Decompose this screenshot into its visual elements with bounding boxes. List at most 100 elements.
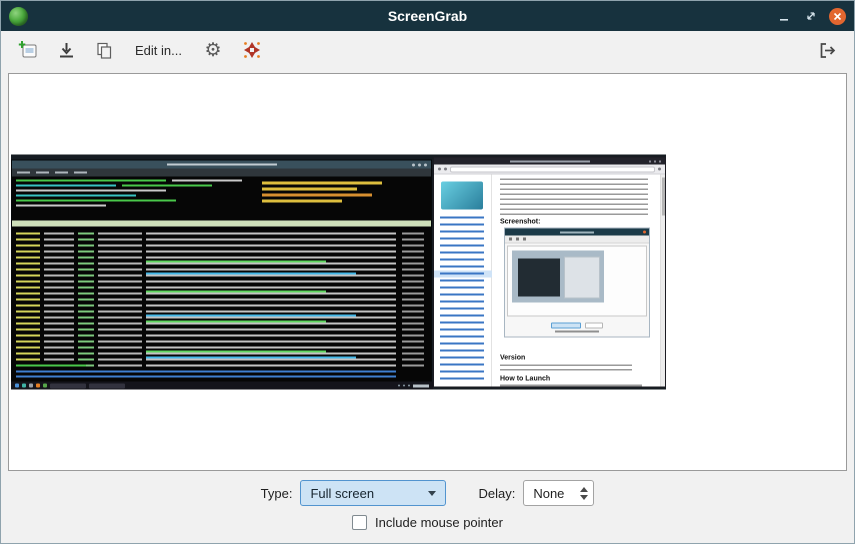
manual-logo-thumbnail <box>441 182 483 210</box>
term-summary-line <box>16 200 176 202</box>
preview-panel: Screenshot: <box>8 73 847 471</box>
screengrab-app-icon <box>9 7 28 26</box>
taskbar-app-dot <box>36 384 40 388</box>
firefox-win-dot <box>649 160 651 162</box>
spin-down-icon[interactable] <box>580 495 588 500</box>
firefox-page-main: Screenshot: <box>492 175 660 387</box>
firefox-page-sidebar <box>434 175 492 387</box>
mini-delay-spin <box>585 323 603 329</box>
save-icon <box>56 40 77 61</box>
page-version-lines <box>500 365 632 372</box>
terminal-min-dot <box>412 163 415 166</box>
mini-thumb-dark-window <box>518 259 560 297</box>
term-col-pri <box>78 233 94 369</box>
term-col-right <box>402 233 424 369</box>
term-yellow-line <box>262 188 357 191</box>
term-summary-line <box>16 190 166 192</box>
taskbar-app-dot <box>29 384 33 388</box>
spin-arrows <box>580 487 588 500</box>
mini-type-combo <box>551 323 581 329</box>
exit-icon <box>817 40 838 61</box>
term-yellow-line <box>262 182 382 185</box>
term-col-mem <box>98 233 142 369</box>
preview-firefox-navbar <box>434 165 665 175</box>
taskbar-clock <box>413 384 429 387</box>
term-summary-line <box>16 185 116 187</box>
pointer-row: Include mouse pointer <box>352 515 503 530</box>
mini-bottom-controls <box>505 319 649 337</box>
firefox-scrollbar-thumb <box>662 178 665 216</box>
firefox-forward-icon <box>444 168 447 171</box>
close-button[interactable] <box>829 8 846 25</box>
page-heading-screenshot: Screenshot: <box>500 219 540 226</box>
restore-icon <box>804 9 818 23</box>
mini-thumb-light-window <box>564 257 600 299</box>
taskbar-window-button <box>89 383 125 388</box>
include-pointer-checkbox[interactable] <box>352 515 367 530</box>
capture-type-combobox[interactable]: Full screen <box>300 480 446 506</box>
firefox-win-dot <box>654 160 656 162</box>
firefox-win-dot <box>659 160 661 162</box>
capture-options: Type: Full screen Delay: None Include mo… <box>1 471 854 543</box>
preview-terminal-menubar <box>12 169 431 177</box>
window-title: ScreenGrab <box>1 8 854 24</box>
term-yellow-line <box>262 200 342 203</box>
chevron-down-icon <box>428 491 436 496</box>
type-label: Type: <box>261 486 293 501</box>
screenshot-preview-image[interactable]: Screenshot: <box>11 155 666 390</box>
capture-type-value: Full screen <box>310 486 374 501</box>
new-screenshot-icon <box>18 40 39 61</box>
minimize-icon <box>777 9 791 23</box>
preview-terminal-window <box>11 160 432 383</box>
taskbar-window-button <box>50 383 86 388</box>
minimize-button[interactable] <box>775 7 793 25</box>
firefox-menu-icon <box>658 168 661 171</box>
delay-label: Delay: <box>478 486 515 501</box>
terminal-title-text-bar <box>167 164 277 166</box>
screengrab-logo-button[interactable] <box>234 35 270 65</box>
mini-close-dot <box>643 231 646 234</box>
taskbar-app-dot <box>15 384 19 388</box>
firefox-title-text-bar <box>510 160 590 162</box>
copy-icon <box>94 40 115 61</box>
preview-taskbar <box>11 382 433 390</box>
copy-button[interactable] <box>87 35 121 65</box>
settings-button[interactable]: ⚙ <box>196 35 230 65</box>
terminal-close-dot <box>424 163 427 166</box>
mini-titlebar <box>505 229 649 236</box>
term-col-user <box>44 233 74 369</box>
page-heading-how-to-launch: How to Launch <box>500 376 550 383</box>
term-col-pid <box>16 233 40 369</box>
taskbar-app-dot <box>43 384 47 388</box>
terminal-max-dot <box>418 163 421 166</box>
term-summary-line <box>16 180 166 182</box>
term-summary-line <box>172 180 242 182</box>
taskbar-app-dot <box>22 384 26 388</box>
new-screenshot-button[interactable] <box>11 35 45 65</box>
close-icon <box>833 12 842 21</box>
page-howto-line <box>500 385 642 387</box>
quit-button[interactable] <box>810 35 844 65</box>
edit-in-button[interactable]: Edit in... <box>125 35 192 65</box>
preview-firefox-content: Screenshot: <box>434 175 665 387</box>
firefox-back-icon <box>438 168 441 171</box>
screengrab-logo-icon <box>240 38 264 62</box>
preview-terminal-body <box>12 177 431 382</box>
restore-button[interactable] <box>802 7 820 25</box>
titlebar: ScreenGrab <box>1 1 854 31</box>
mini-title-text-bar <box>560 231 594 233</box>
term-yellow-line <box>262 194 372 197</box>
mini-toolbar <box>505 236 649 244</box>
delay-spinbox[interactable]: None <box>523 480 594 506</box>
spin-up-icon[interactable] <box>580 487 588 492</box>
preview-terminal-titlebar <box>12 161 431 169</box>
page-paragraph-lines <box>500 179 648 217</box>
type-delay-row: Type: Full screen Delay: None <box>261 480 595 506</box>
screengrab-window: ScreenGrab <box>0 0 855 544</box>
preview-firefox-window: Screenshot: <box>433 157 666 388</box>
sidebar-link-lines <box>440 217 484 381</box>
term-summary-line <box>16 205 106 207</box>
term-summary-line <box>16 195 136 197</box>
save-button[interactable] <box>49 35 83 65</box>
term-cyan-rows <box>146 233 356 369</box>
